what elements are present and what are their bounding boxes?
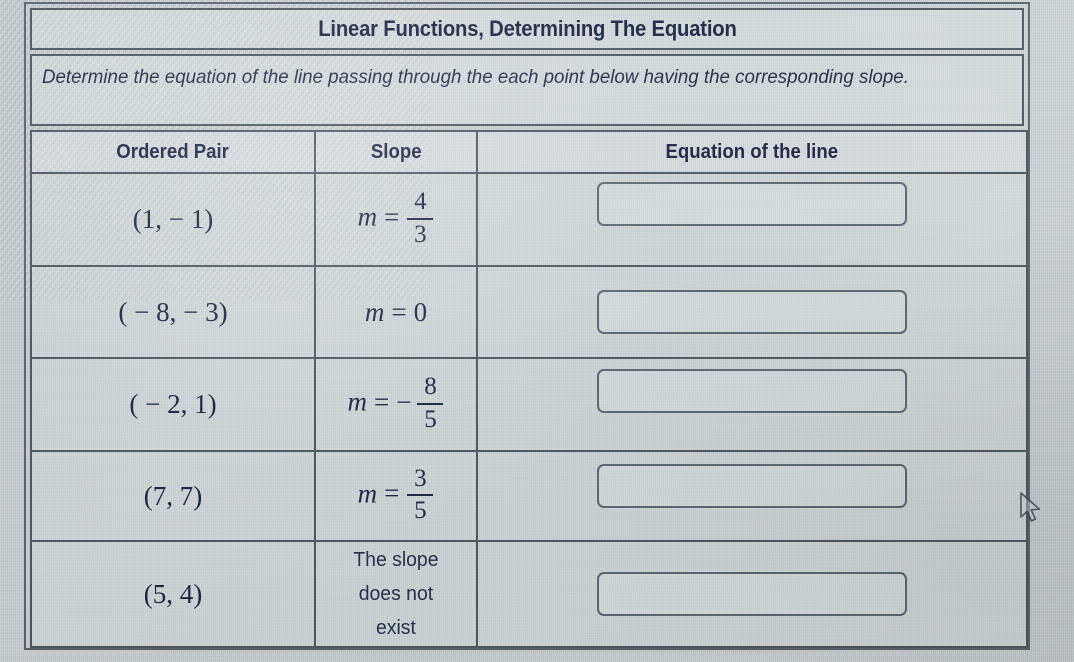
slope-variable: m bbox=[364, 296, 385, 327]
negative-sign: − bbox=[396, 386, 412, 417]
equation-answer-input[interactable] bbox=[597, 464, 907, 508]
slope-cell: m = 0 bbox=[314, 265, 478, 359]
slope-cell: m = −8 5 bbox=[314, 357, 478, 452]
slope-value: m = 3 5 bbox=[357, 464, 435, 526]
equation-answer-input[interactable] bbox=[597, 290, 907, 334]
fraction-numerator: 8 bbox=[424, 373, 437, 401]
ordered-pair-cell: ( − 2, 1) bbox=[30, 357, 316, 452]
equation-answer-input[interactable] bbox=[597, 572, 907, 616]
equals-sign: = bbox=[384, 478, 400, 509]
slope-fraction: 35 bbox=[407, 464, 434, 525]
ordered-pair-cell: (7, 7) bbox=[30, 450, 316, 542]
slope-text-line-2: does not bbox=[358, 583, 434, 605]
page-title: Linear Functions, Determining The Equati… bbox=[317, 16, 737, 41]
column-header-ordered-pair-label: Ordered Pair bbox=[116, 140, 230, 163]
equals-sign: = bbox=[391, 296, 407, 327]
slope-variable: m bbox=[357, 478, 378, 509]
ordered-pair-cell: (5, 4) bbox=[30, 540, 316, 648]
equation-answer-input[interactable] bbox=[597, 182, 907, 226]
slope-fraction: 43 bbox=[407, 188, 434, 248]
slope-text-line-1: The slope bbox=[353, 549, 439, 571]
worksheet-page: Linear Functions, Determining The Equati… bbox=[0, 0, 1074, 662]
equation-cell-inner bbox=[478, 166, 1026, 273]
equals-sign: = bbox=[384, 201, 400, 232]
fraction-bar bbox=[407, 217, 434, 220]
ordered-pair-value: (1, − 1) bbox=[132, 204, 214, 234]
table-row: (5, 4) The slope does not exist bbox=[30, 540, 1028, 648]
fraction-denominator: 3 bbox=[414, 220, 427, 248]
worksheet-table: Linear Functions, Determining The Equati… bbox=[24, 2, 1030, 650]
fraction-numerator: 4 bbox=[414, 188, 427, 216]
equation-cell-inner bbox=[478, 542, 1026, 646]
problems-grid: Ordered Pair Slope Equation of the line … bbox=[30, 130, 1028, 648]
instructions-text: Determine the equation of the line passi… bbox=[42, 66, 909, 88]
slope-text-line-3: exist bbox=[376, 617, 416, 639]
fraction-denominator: 5 bbox=[424, 405, 437, 433]
equation-cell bbox=[476, 172, 1028, 267]
slope-text-value: The slope does not exist bbox=[353, 543, 438, 645]
ordered-pair-value: (7, 7) bbox=[143, 480, 203, 511]
ordered-pair-value: ( − 2, 1) bbox=[129, 389, 217, 419]
column-header-ordered-pair: Ordered Pair bbox=[30, 130, 316, 174]
ordered-pair-value: ( − 8, − 3) bbox=[118, 296, 228, 327]
fraction-numerator: 3 bbox=[414, 464, 427, 492]
equation-cell bbox=[476, 265, 1028, 359]
equation-cell bbox=[476, 540, 1028, 648]
fraction-bar bbox=[417, 402, 444, 405]
table-row: (1, − 1) m = 4 3 bbox=[30, 172, 1028, 267]
slope-variable: m bbox=[357, 201, 378, 232]
equation-cell-inner bbox=[478, 440, 1026, 552]
slope-variable: m bbox=[347, 386, 368, 417]
slope-value: m = 4 3 bbox=[357, 188, 435, 249]
equation-cell-inner bbox=[478, 267, 1026, 357]
equals-sign: = bbox=[374, 386, 390, 417]
ordered-pair-cell: (1, − 1) bbox=[30, 172, 316, 267]
column-header-slope: Slope bbox=[314, 130, 478, 174]
column-header-slope-label: Slope bbox=[370, 140, 422, 163]
table-row: (7, 7) m = 3 5 bbox=[30, 450, 1028, 542]
slope-cell: m = 4 3 bbox=[314, 172, 478, 267]
column-header-equation-label: Equation of the line bbox=[665, 140, 839, 163]
table-row: ( − 8, − 3) m = 0 bbox=[30, 265, 1028, 359]
instructions-band: Determine the equation of the line passi… bbox=[30, 54, 1024, 126]
slope-cell: m = 3 5 bbox=[314, 450, 478, 542]
fraction-denominator: 5 bbox=[414, 497, 427, 524]
fraction-bar bbox=[407, 494, 434, 496]
equation-answer-input[interactable] bbox=[597, 369, 907, 413]
ordered-pair-value: (5, 4) bbox=[143, 578, 203, 609]
equation-cell bbox=[476, 450, 1028, 542]
slope-cell: The slope does not exist bbox=[314, 540, 478, 648]
slope-value: m = 0 bbox=[365, 297, 427, 328]
slope-integer: 0 bbox=[413, 296, 428, 327]
worksheet-title-band: Linear Functions, Determining The Equati… bbox=[30, 8, 1024, 50]
table-row: ( − 2, 1) m = −8 5 bbox=[30, 357, 1028, 452]
ordered-pair-cell: ( − 8, − 3) bbox=[30, 265, 316, 359]
slope-fraction: 85 bbox=[417, 373, 444, 433]
equation-cell bbox=[476, 357, 1028, 452]
slope-value: m = −8 5 bbox=[347, 373, 445, 434]
